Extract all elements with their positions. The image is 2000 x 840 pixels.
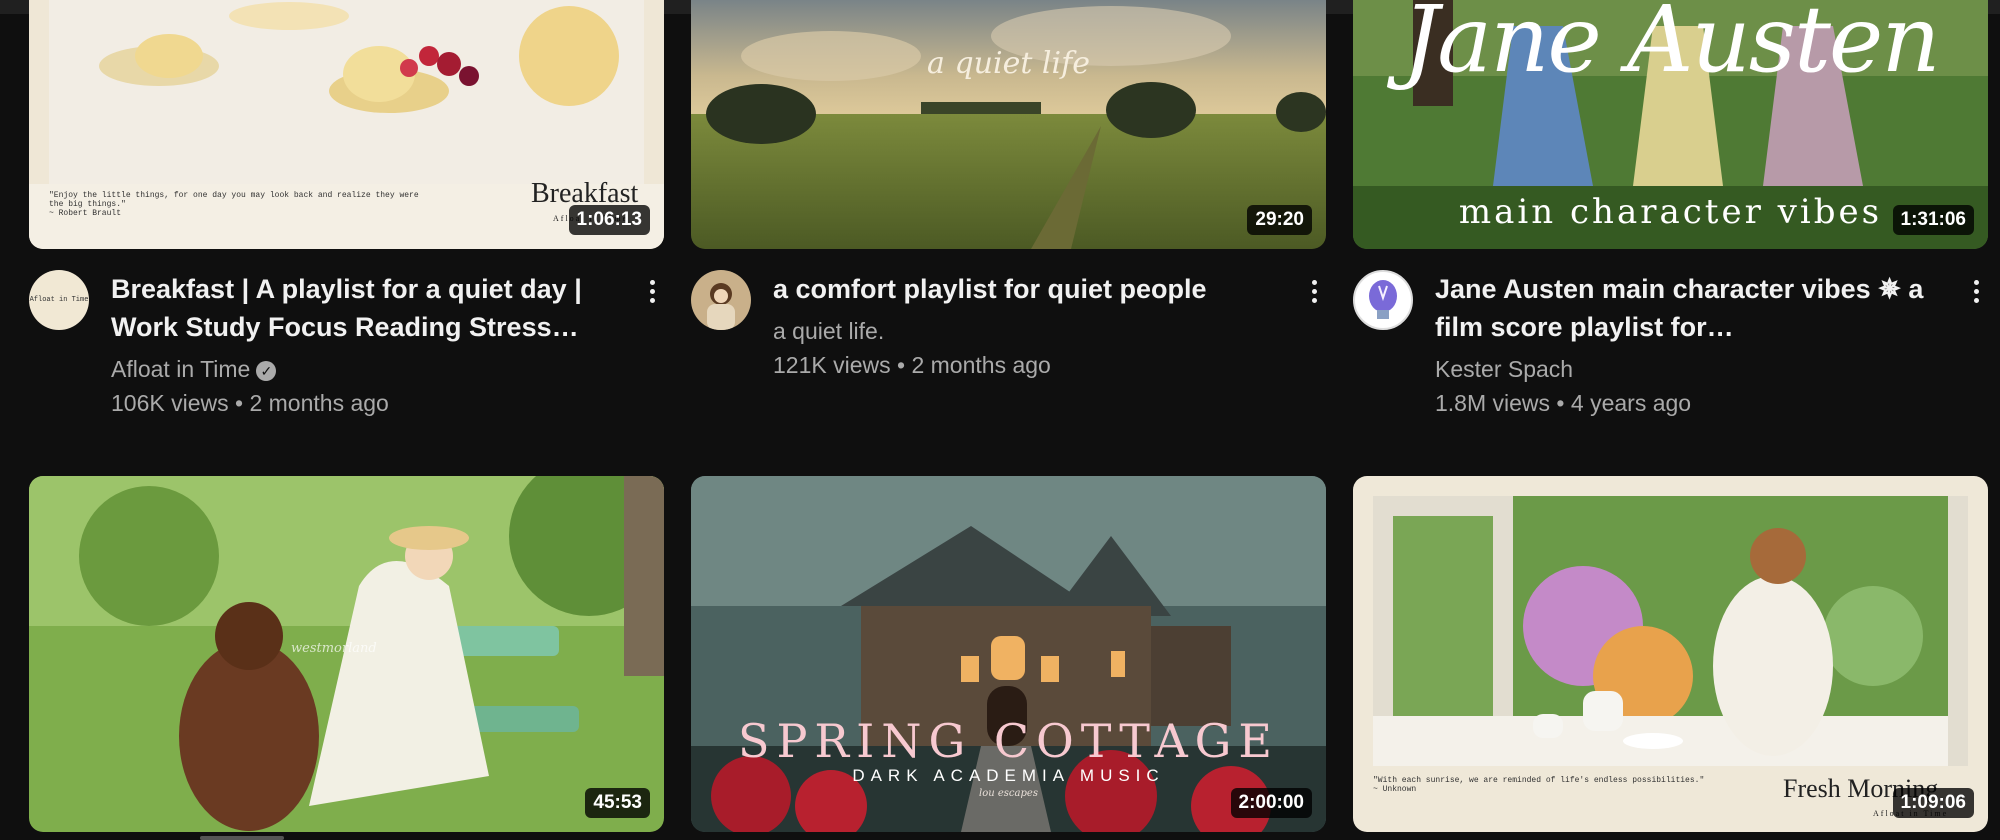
- video-title[interactable]: a comfort playlist for quiet people: [773, 270, 1273, 308]
- thumbnail-overlay-subtitle: DARK ACADEMIA MUSIC: [852, 766, 1165, 785]
- avatar-text: Afloat in Time: [29, 296, 89, 304]
- view-count: 1.8M views: [1435, 390, 1551, 416]
- thumbnail-quote: "With each sunrise, we are reminded of l…: [1373, 776, 1705, 794]
- thumbnail-watermark: westmorland: [291, 641, 377, 656]
- channel-avatar[interactable]: [1353, 270, 1413, 330]
- more-actions-icon[interactable]: [640, 276, 664, 310]
- video-thumbnail[interactable]: Jane Austen main character vibes 1:31:06: [1353, 0, 1988, 249]
- thumbnail-quote: "Enjoy the little things, for one day yo…: [49, 191, 419, 218]
- video-duration: 29:20: [1247, 205, 1312, 235]
- video-duration: 1:06:13: [568, 205, 650, 235]
- video-stats: 1.8M views • 4 years ago: [1435, 390, 1692, 416]
- video-stats: 121K views • 2 months ago: [773, 352, 1051, 378]
- video-stats: 106K views • 2 months ago: [111, 390, 389, 416]
- channel-avatar[interactable]: [691, 270, 751, 330]
- video-thumbnail[interactable]: "With each sunrise, we are reminded of l…: [1353, 476, 1988, 832]
- view-count: 121K views: [773, 352, 891, 378]
- video-thumbnail[interactable]: "Enjoy the little things, for one day yo…: [29, 0, 664, 249]
- video-thumbnail[interactable]: westmorland 45:53: [29, 476, 664, 832]
- more-actions-icon[interactable]: [1302, 276, 1326, 310]
- video-thumbnail[interactable]: SPRING COTTAGE DARK ACADEMIA MUSIC lou e…: [691, 476, 1326, 832]
- video-duration: 2:00:00: [1230, 788, 1312, 818]
- channel-name[interactable]: Afloat in Time: [111, 356, 250, 382]
- channel-name[interactable]: a quiet life.: [773, 318, 884, 345]
- channel-avatar[interactable]: Afloat in Time: [29, 270, 89, 330]
- video-duration: 45:53: [585, 788, 650, 818]
- video-duration: 1:31:06: [1892, 205, 1974, 235]
- channel-name-row: Afloat in Time ✓: [111, 356, 277, 383]
- thumbnail-overlay-title: Jane Austen: [1402, 0, 1940, 93]
- more-actions-icon[interactable]: [1964, 276, 1988, 310]
- video-duration: 1:09:06: [1892, 788, 1974, 818]
- video-title[interactable]: Breakfast | A playlist for a quiet day |…: [111, 270, 611, 346]
- view-count: 106K views: [111, 390, 229, 416]
- upload-age: 2 months ago: [911, 352, 1051, 378]
- channel-name[interactable]: Kester Spach: [1435, 356, 1573, 383]
- video-title[interactable]: Jane Austen main character vibes ✵ a fil…: [1435, 270, 1935, 346]
- thumbnail-overlay-title: a quiet life: [927, 46, 1090, 81]
- upload-age: 4 years ago: [1570, 390, 1692, 416]
- thumbnail-overlay-title: SPRING COTTAGE: [737, 714, 1280, 768]
- upload-age: 2 months ago: [249, 390, 389, 416]
- verified-icon: ✓: [256, 361, 277, 381]
- video-thumbnail[interactable]: a quiet life 29:20: [691, 0, 1326, 249]
- scrollbar-thumb[interactable]: [200, 836, 284, 840]
